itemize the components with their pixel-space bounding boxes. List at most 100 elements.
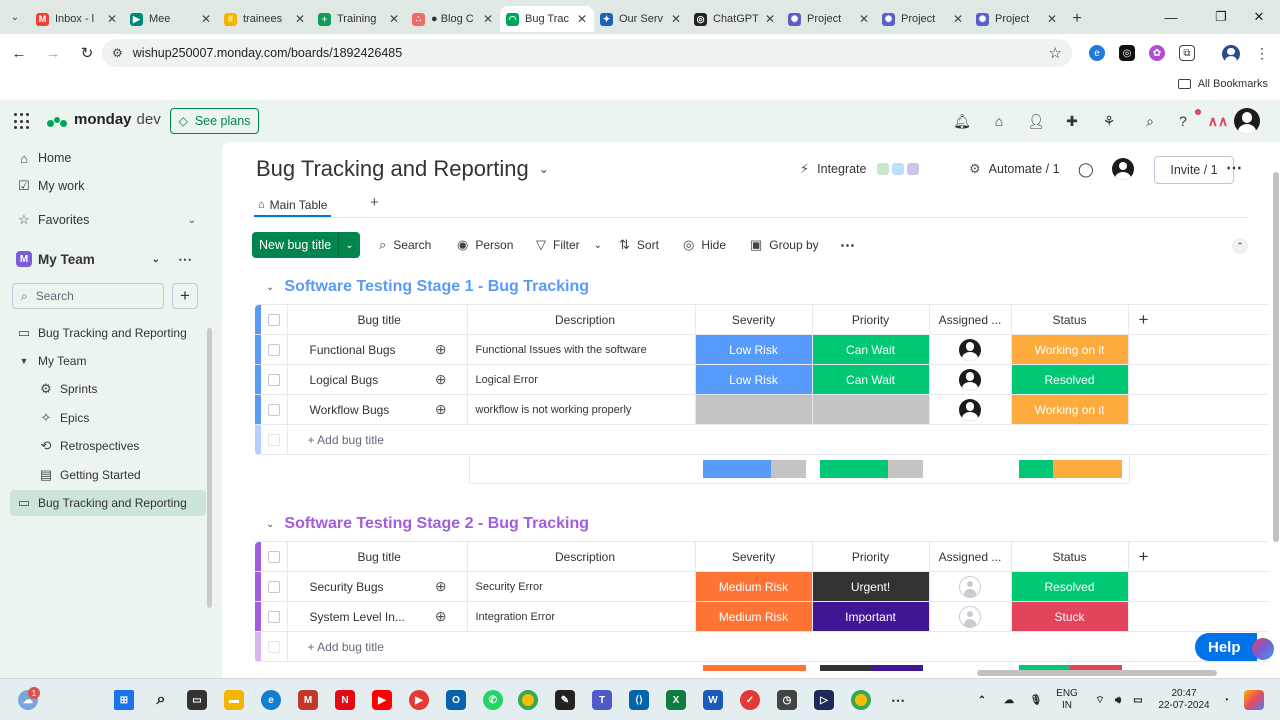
new-item-button[interactable]: New bug title ⌄ <box>252 232 360 258</box>
browser-menu-icon[interactable]: ⋮ <box>1254 45 1270 61</box>
add-row[interactable]: + Add bug title <box>255 424 1268 455</box>
priority-cell[interactable]: Urgent! <box>812 571 930 602</box>
bug-title-cell[interactable]: Workflow Bugs <box>287 394 415 425</box>
browser-tab-active[interactable]: ◠ Bug Trac ✕ <box>500 6 594 32</box>
user-avatar[interactable] <box>1234 108 1260 134</box>
row-checkbox[interactable] <box>261 571 288 602</box>
wifi-icon[interactable]: ⌔ <box>1090 690 1110 710</box>
sidebar-item-board[interactable]: ▭ Bug Tracking and Reporting <box>10 320 206 346</box>
board-horizontal-scrollbar[interactable] <box>977 670 1217 676</box>
column-header-priority[interactable]: Priority <box>812 304 930 335</box>
assigned-cell[interactable] <box>929 394 1012 425</box>
browser-tab[interactable]: M Inbox - l ✕ <box>30 6 124 32</box>
priority-cell[interactable]: Can Wait <box>812 364 930 395</box>
bug-title-cell[interactable]: System Level In... <box>287 601 415 632</box>
table-row[interactable]: Logical Bugs ⊕ Logical Error Low Risk Can Wa… <box>255 364 1268 395</box>
add-bug-title-input[interactable]: + Add bug title <box>287 631 1268 662</box>
column-header-severity[interactable]: Severity <box>695 304 813 335</box>
column-header-description[interactable]: Description <box>467 541 696 572</box>
omnibox[interactable]: ⚙ wishup250007.monday.com/boards/1892426… <box>102 39 1072 67</box>
severity-cell[interactable]: Low Risk <box>695 334 813 365</box>
clock[interactable]: 20:47 22-07-2024 <box>1155 688 1213 712</box>
apps-marketplace-icon[interactable]: ✚ <box>1062 111 1082 131</box>
close-tab-icon[interactable]: ✕ <box>764 12 776 26</box>
sort-button[interactable]: ⇅ Sort <box>619 232 659 258</box>
sidebar-item-epics[interactable]: ✧ Epics <box>32 405 206 431</box>
apps-grid-icon[interactable] <box>14 113 31 130</box>
volume-icon[interactable]: 🔊︎ <box>1108 690 1128 710</box>
bug-title-cell[interactable]: Functional Bugs <box>287 334 415 365</box>
inbox-icon[interactable]: ⌂ <box>989 111 1009 131</box>
column-header-priority[interactable]: Priority <box>812 541 930 572</box>
notification-center-icon[interactable]: ◔ <box>1216 690 1236 710</box>
browser-tab[interactable]: ◎ ChatGPT ✕ <box>688 6 782 32</box>
table-row[interactable]: Workflow Bugs ⊕ workflow is not working pr… <box>255 394 1268 425</box>
forward-icon[interactable]: → <box>38 38 68 68</box>
reload-icon[interactable]: ↻ <box>72 38 102 68</box>
row-checkbox[interactable] <box>261 334 288 365</box>
word-icon[interactable]: W <box>703 690 723 710</box>
file-explorer-icon[interactable]: ▬ <box>224 690 244 710</box>
sidebar-item-home[interactable]: ⌂ Home <box>10 145 206 171</box>
assigned-cell[interactable] <box>929 601 1012 632</box>
teams-icon[interactable]: T <box>592 690 612 710</box>
media-player-icon[interactable]: ▶ <box>409 690 429 710</box>
table-row[interactable]: Security Bugs ⊕ Security Error Medium Risk U… <box>255 571 1268 602</box>
close-tab-icon[interactable]: ✕ <box>200 12 212 26</box>
column-header-severity[interactable]: Severity <box>695 541 813 572</box>
sidebar-search-input[interactable]: ⌕ Search <box>12 283 164 309</box>
browser-tab[interactable]: ✦ Our Serv ✕ <box>594 6 688 32</box>
add-update-icon[interactable]: ⊕ <box>415 334 468 365</box>
status-summary-bar[interactable] <box>1019 460 1122 478</box>
copilot-icon[interactable] <box>1244 690 1264 710</box>
sidebar-item-sprints[interactable]: ⚙ Sprints <box>32 376 206 402</box>
collapse-header-icon[interactable]: ⌃ <box>1232 238 1248 254</box>
chevron-down-icon[interactable]: ⌄ <box>594 240 602 251</box>
priority-summary-bar[interactable] <box>820 460 923 478</box>
group-by-button[interactable]: ▣ Group by <box>750 232 819 258</box>
column-header-description[interactable]: Description <box>467 304 696 335</box>
add-update-icon[interactable]: ⊕ <box>415 364 468 395</box>
netflix-icon[interactable]: N <box>335 690 355 710</box>
chevron-down-icon[interactable]: ⌄ <box>152 254 160 265</box>
close-window-icon[interactable]: ✕ <box>1236 0 1280 34</box>
chrome-icon[interactable] <box>518 690 538 710</box>
minimize-icon[interactable]: — <box>1148 0 1194 34</box>
extension-edge-icon[interactable]: e <box>1089 45 1105 61</box>
group-title[interactable]: ⌄ Software Testing Stage 2 - Bug Trackin… <box>266 515 589 533</box>
description-cell[interactable]: Security Error <box>467 571 696 602</box>
bug-title-cell[interactable]: Logical Bugs <box>287 364 415 395</box>
column-header-assigned[interactable]: Assigned ... <box>929 304 1012 335</box>
filter-button[interactable]: ▽ Filter ⌄ <box>536 232 602 258</box>
site-info-icon[interactable]: ⚙ <box>112 46 123 60</box>
excel-icon[interactable]: X <box>666 690 686 710</box>
search-button[interactable]: ⌕ Search <box>379 232 431 258</box>
sidebar-item-my-work[interactable]: ☑ My work <box>10 173 206 199</box>
back-icon[interactable]: ← <box>4 38 34 68</box>
select-all-checkbox[interactable] <box>261 304 288 335</box>
add-update-icon[interactable]: ⊕ <box>415 601 468 632</box>
invite-members-icon[interactable]: 👤︎ <box>1026 111 1046 131</box>
description-cell[interactable]: Functional Issues with the software <box>467 334 696 365</box>
close-tab-icon[interactable]: ✕ <box>1046 12 1058 26</box>
bookmark-star-icon[interactable]: ☆ <box>1049 44 1062 62</box>
sidebar-item-getting-started[interactable]: ▤ Getting Started <box>32 462 206 488</box>
all-bookmarks-button[interactable]: All Bookmarks <box>1177 78 1268 90</box>
sidebar-item-retrospectives[interactable]: ⟲ Retrospectives <box>32 433 206 459</box>
column-header-status[interactable]: Status <box>1011 541 1129 572</box>
sticky-notes-icon[interactable]: ✎ <box>555 690 575 710</box>
clock-app-icon[interactable]: ◷ <box>777 690 797 710</box>
status-cell[interactable]: Stuck <box>1011 601 1129 632</box>
assignee-avatar[interactable] <box>959 338 981 361</box>
tray-chevron-icon[interactable]: ⌃ <box>972 690 992 710</box>
close-tab-icon[interactable]: ✕ <box>670 12 682 26</box>
board-owner-avatar[interactable] <box>1112 158 1134 180</box>
task-view-icon[interactable]: ▭ <box>187 690 207 710</box>
mcafee-icon[interactable]: M <box>298 690 318 710</box>
add-update-icon[interactable]: ⊕ <box>415 571 468 602</box>
add-bug-title-input[interactable]: + Add bug title <box>287 424 1268 455</box>
sidebar-item-board-selected[interactable]: ▭ Bug Tracking and Reporting <box>10 490 206 516</box>
more-options-icon[interactable]: ⋯ <box>178 251 192 268</box>
monday-products-icon[interactable]: ∧∧ <box>1208 111 1229 131</box>
add-column-button[interactable]: + <box>1128 541 1268 572</box>
